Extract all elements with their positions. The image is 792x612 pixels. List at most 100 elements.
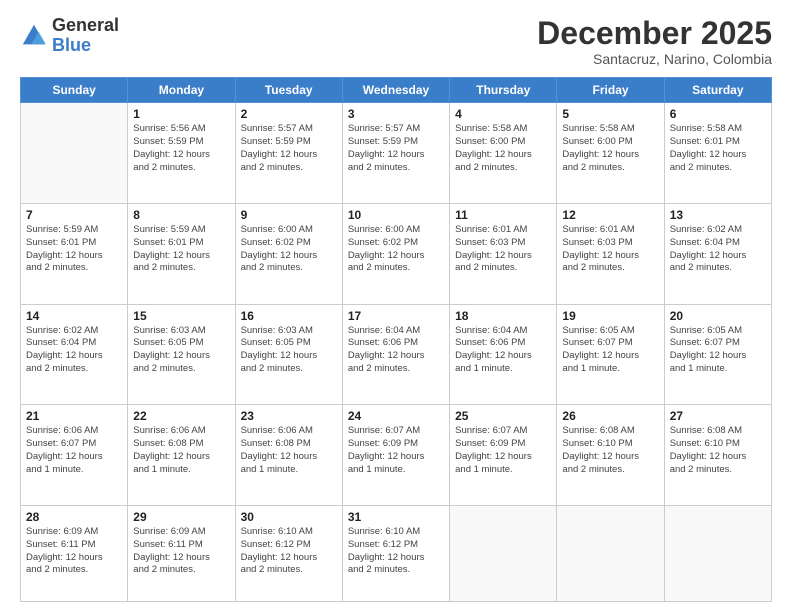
calendar-cell [664, 506, 771, 602]
calendar-cell: 13 Sunrise: 6:02 AM Sunset: 6:04 PM Dayli… [664, 203, 771, 304]
day-info: Sunrise: 5:59 AM Sunset: 6:01 PM Dayligh… [133, 224, 229, 275]
calendar-cell: 4 Sunrise: 5:58 AM Sunset: 6:00 PM Daylig… [450, 103, 557, 204]
day-header-tuesday: Tuesday [235, 78, 342, 103]
day-info: Sunrise: 6:02 AM Sunset: 6:04 PM Dayligh… [670, 224, 766, 275]
day-info: Sunrise: 6:10 AM Sunset: 6:12 PM Dayligh… [241, 526, 337, 577]
calendar-cell: 14 Sunrise: 6:02 AM Sunset: 6:04 PM Dayli… [21, 304, 128, 405]
calendar-cell: 19Sunrise: 6:05 AM Sunset: 6:07 PM Dayli… [557, 304, 664, 405]
day-info: Sunrise: 6:05 AM Sunset: 6:07 PM Dayligh… [562, 325, 658, 376]
calendar-week-row: 28 Sunrise: 6:09 AM Sunset: 6:11 PM Dayli… [21, 506, 772, 602]
day-number: 21 [26, 409, 122, 423]
day-info: Sunrise: 6:03 AM Sunset: 6:05 PM Dayligh… [133, 325, 229, 376]
calendar-table: SundayMondayTuesdayWednesdayThursdayFrid… [20, 77, 772, 602]
day-info: Sunrise: 6:05 AM Sunset: 6:07 PM Dayligh… [670, 325, 766, 376]
day-number: 1 [133, 107, 229, 121]
calendar-cell: 6Sunrise: 5:58 AM Sunset: 6:01 PM Daylig… [664, 103, 771, 204]
day-number: 11 [455, 208, 551, 222]
day-info: Sunrise: 6:00 AM Sunset: 6:02 PM Dayligh… [241, 224, 337, 275]
day-number: 14 [26, 309, 122, 323]
day-number: 30 [241, 510, 337, 524]
calendar-cell: 24 Sunrise: 6:07 AM Sunset: 6:09 PM Dayli… [342, 405, 449, 506]
calendar-cell: 23Sunrise: 6:06 AM Sunset: 6:08 PM Dayli… [235, 405, 342, 506]
day-info: Sunrise: 6:06 AM Sunset: 6:07 PM Dayligh… [26, 425, 122, 476]
day-number: 17 [348, 309, 444, 323]
day-info: Sunrise: 6:07 AM Sunset: 6:09 PM Dayligh… [455, 425, 551, 476]
day-number: 10 [348, 208, 444, 222]
calendar-cell [450, 506, 557, 602]
day-number: 22 [133, 409, 229, 423]
month-title: December 2025 [537, 16, 772, 51]
calendar-cell [557, 506, 664, 602]
day-info: Sunrise: 5:58 AM Sunset: 6:00 PM Dayligh… [455, 123, 551, 174]
day-number: 15 [133, 309, 229, 323]
day-number: 13 [670, 208, 766, 222]
day-number: 31 [348, 510, 444, 524]
day-number: 4 [455, 107, 551, 121]
day-number: 12 [562, 208, 658, 222]
day-info: Sunrise: 6:09 AM Sunset: 6:11 PM Dayligh… [26, 526, 122, 577]
day-number: 24 [348, 409, 444, 423]
calendar-header-row: SundayMondayTuesdayWednesdayThursdayFrid… [21, 78, 772, 103]
location: Santacruz, Narino, Colombia [537, 51, 772, 67]
calendar-cell: 31 Sunrise: 6:10 AM Sunset: 6:12 PM Dayli… [342, 506, 449, 602]
calendar-cell: 12 Sunrise: 6:01 AM Sunset: 6:03 PM Dayli… [557, 203, 664, 304]
day-info: Sunrise: 6:08 AM Sunset: 6:10 PM Dayligh… [670, 425, 766, 476]
day-header-friday: Friday [557, 78, 664, 103]
day-header-sunday: Sunday [21, 78, 128, 103]
day-number: 25 [455, 409, 551, 423]
day-number: 3 [348, 107, 444, 121]
day-info: Sunrise: 5:58 AM Sunset: 6:00 PM Dayligh… [562, 123, 658, 174]
day-info: Sunrise: 5:57 AM Sunset: 5:59 PM Dayligh… [241, 123, 337, 174]
day-info: Sunrise: 5:59 AM Sunset: 6:01 PM Dayligh… [26, 224, 122, 275]
calendar-cell: 7 Sunrise: 5:59 AM Sunset: 6:01 PM Daylig… [21, 203, 128, 304]
day-number: 29 [133, 510, 229, 524]
calendar-cell: 28 Sunrise: 6:09 AM Sunset: 6:11 PM Dayli… [21, 506, 128, 602]
title-block: December 2025 Santacruz, Narino, Colombi… [537, 16, 772, 67]
day-info: Sunrise: 6:04 AM Sunset: 6:06 PM Dayligh… [348, 325, 444, 376]
calendar-cell: 26Sunrise: 6:08 AM Sunset: 6:10 PM Dayli… [557, 405, 664, 506]
day-number: 5 [562, 107, 658, 121]
calendar-week-row: 14 Sunrise: 6:02 AM Sunset: 6:04 PM Dayli… [21, 304, 772, 405]
calendar-week-row: 21 Sunrise: 6:06 AM Sunset: 6:07 PM Dayli… [21, 405, 772, 506]
calendar-cell: 10 Sunrise: 6:00 AM Sunset: 6:02 PM Dayli… [342, 203, 449, 304]
day-number: 2 [241, 107, 337, 121]
calendar-cell: 18 Sunrise: 6:04 AM Sunset: 6:06 PM Dayli… [450, 304, 557, 405]
calendar-cell [21, 103, 128, 204]
day-info: Sunrise: 6:07 AM Sunset: 6:09 PM Dayligh… [348, 425, 444, 476]
day-number: 6 [670, 107, 766, 121]
day-header-saturday: Saturday [664, 78, 771, 103]
logo-general: General [52, 16, 119, 36]
day-info: Sunrise: 6:01 AM Sunset: 6:03 PM Dayligh… [562, 224, 658, 275]
day-info: Sunrise: 5:56 AM Sunset: 5:59 PM Dayligh… [133, 123, 229, 174]
day-info: Sunrise: 5:57 AM Sunset: 5:59 PM Dayligh… [348, 123, 444, 174]
day-info: Sunrise: 6:00 AM Sunset: 6:02 PM Dayligh… [348, 224, 444, 275]
day-info: Sunrise: 6:02 AM Sunset: 6:04 PM Dayligh… [26, 325, 122, 376]
calendar-cell: 27Sunrise: 6:08 AM Sunset: 6:10 PM Dayli… [664, 405, 771, 506]
day-number: 8 [133, 208, 229, 222]
header: General Blue December 2025 Santacruz, Na… [20, 16, 772, 67]
day-info: Sunrise: 6:10 AM Sunset: 6:12 PM Dayligh… [348, 526, 444, 577]
day-info: Sunrise: 6:04 AM Sunset: 6:06 PM Dayligh… [455, 325, 551, 376]
calendar-cell: 21 Sunrise: 6:06 AM Sunset: 6:07 PM Dayli… [21, 405, 128, 506]
day-info: Sunrise: 6:09 AM Sunset: 6:11 PM Dayligh… [133, 526, 229, 577]
logo-blue: Blue [52, 36, 119, 56]
day-info: Sunrise: 6:01 AM Sunset: 6:03 PM Dayligh… [455, 224, 551, 275]
calendar-cell: 3 Sunrise: 5:57 AM Sunset: 5:59 PM Daylig… [342, 103, 449, 204]
calendar-cell: 9 Sunrise: 6:00 AM Sunset: 6:02 PM Daylig… [235, 203, 342, 304]
calendar-week-row: 1 Sunrise: 5:56 AM Sunset: 5:59 PM Daylig… [21, 103, 772, 204]
day-number: 7 [26, 208, 122, 222]
day-info: Sunrise: 6:06 AM Sunset: 6:08 PM Dayligh… [241, 425, 337, 476]
day-header-thursday: Thursday [450, 78, 557, 103]
calendar-cell: 25 Sunrise: 6:07 AM Sunset: 6:09 PM Dayli… [450, 405, 557, 506]
day-info: Sunrise: 6:08 AM Sunset: 6:10 PM Dayligh… [562, 425, 658, 476]
calendar-cell: 1 Sunrise: 5:56 AM Sunset: 5:59 PM Daylig… [128, 103, 235, 204]
day-number: 9 [241, 208, 337, 222]
calendar-cell: 16Sunrise: 6:03 AM Sunset: 6:05 PM Dayli… [235, 304, 342, 405]
day-info: Sunrise: 6:06 AM Sunset: 6:08 PM Dayligh… [133, 425, 229, 476]
logo: General Blue [20, 16, 119, 56]
calendar-week-row: 7 Sunrise: 5:59 AM Sunset: 6:01 PM Daylig… [21, 203, 772, 304]
calendar-cell: 2 Sunrise: 5:57 AM Sunset: 5:59 PM Daylig… [235, 103, 342, 204]
day-number: 28 [26, 510, 122, 524]
day-number: 18 [455, 309, 551, 323]
calendar-cell: 30 Sunrise: 6:10 AM Sunset: 6:12 PM Dayli… [235, 506, 342, 602]
